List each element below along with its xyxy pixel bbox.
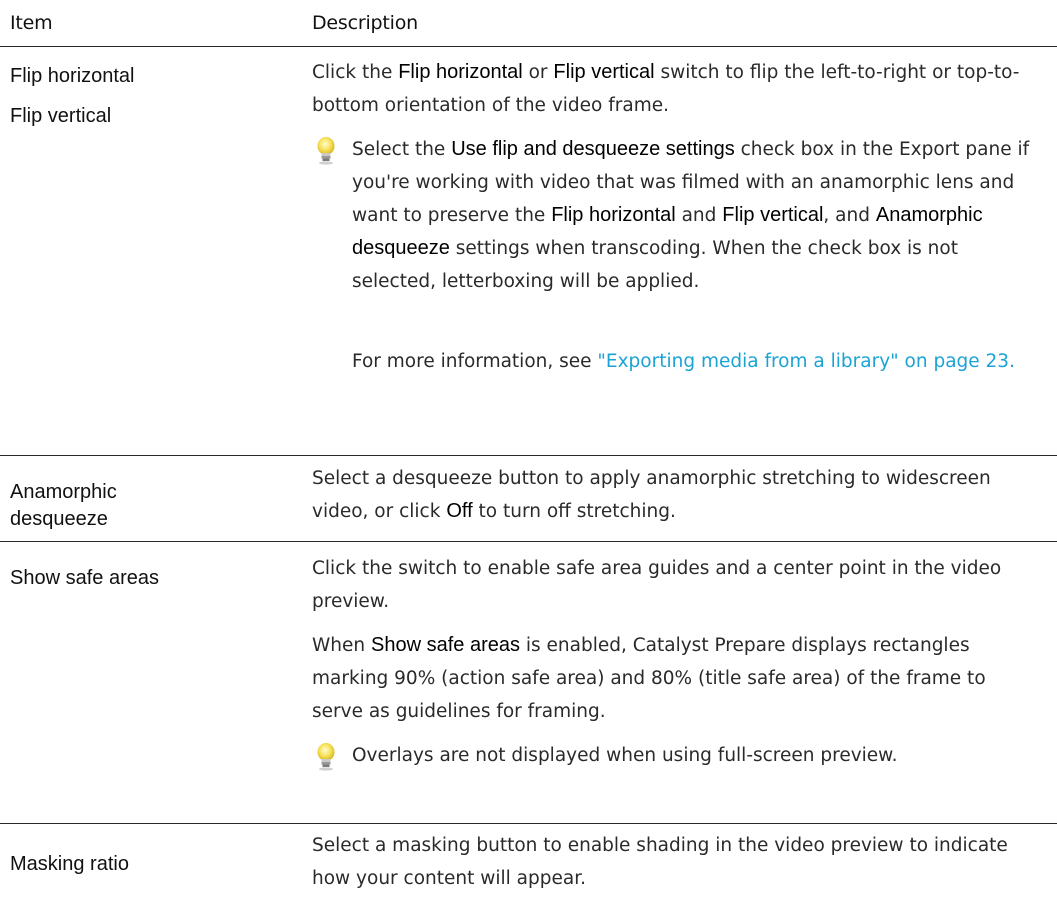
text: When — [312, 635, 372, 656]
item-label-show-safe-areas: Show safe areas — [10, 567, 159, 589]
table-row-anamorphic: Anamorphic desqueeze Select a desqueeze … — [0, 456, 1057, 542]
desc-anamorphic: Select a desqueeze button to apply anamo… — [312, 462, 1037, 528]
text: or — [522, 62, 554, 83]
desc-flip: Click the Flip horizontal or Flip vertic… — [312, 56, 1037, 122]
desc-cell-anamorphic: Select a desqueeze button to apply anamo… — [312, 456, 1057, 541]
term-flip-vertical: Flip vertical — [553, 61, 655, 83]
lightbulb-icon — [317, 743, 335, 771]
desc-cell-masking: Select a masking button to enable shadin… — [312, 824, 1057, 922]
table-header: Item Description — [0, 0, 1057, 47]
header-description: Description — [312, 12, 419, 34]
text: Click the — [312, 62, 399, 83]
item-label-anamorphic-line1: Anamorphic — [10, 481, 117, 503]
item-label-anamorphic-line2: desqueeze — [10, 508, 108, 530]
item-label-masking-ratio: Masking ratio — [10, 853, 129, 875]
term-flip-vertical: Flip vertical — [722, 204, 824, 226]
item-cell-masking: Masking ratio — [0, 824, 312, 922]
tip-text-safe-areas: Overlays are not displayed when using fu… — [352, 745, 898, 766]
term-use-flip: Use flip and desqueeze settings — [451, 138, 735, 160]
desc-safe-areas-1: Click the switch to enable safe area gui… — [312, 558, 1002, 612]
reference-table: Item Description Flip horizontal Flip ve… — [0, 0, 1057, 922]
tip-safe-areas: Overlays are not displayed when using fu… — [312, 739, 1037, 772]
cross-reference-link[interactable]: "Exporting media from a library" on page… — [597, 351, 1015, 372]
desc-cell-flip: Click the Flip horizontal or Flip vertic… — [312, 47, 1057, 455]
table-row-flip: Flip horizontal Flip vertical Click the … — [0, 47, 1057, 456]
more-info: For more information, see "Exporting med… — [352, 345, 1037, 378]
item-label-flip-horizontal: Flip horizontal — [10, 65, 135, 87]
item-cell-anamorphic: Anamorphic desqueeze — [0, 456, 312, 541]
table-row-safe-areas: Show safe areas Click the switch to enab… — [0, 542, 1057, 824]
item-cell-safe-areas: Show safe areas — [0, 542, 312, 823]
text: and — [675, 205, 723, 226]
tip-text-flip: Select the Use flip and desqueeze settin… — [352, 133, 1037, 298]
desc-cell-safe-areas: Click the switch to enable safe area gui… — [312, 542, 1057, 823]
term-flip-horizontal: Flip horizontal — [551, 204, 676, 226]
text: , and — [823, 205, 876, 226]
term-flip-horizontal: Flip horizontal — [398, 61, 523, 83]
tip-flip: Select the Use flip and desqueeze settin… — [312, 133, 1037, 378]
item-label-flip-vertical: Flip vertical — [10, 105, 112, 127]
desc-masking: Select a masking button to enable shadin… — [312, 835, 1008, 889]
item-cell-flip: Flip horizontal Flip vertical — [0, 47, 312, 455]
text: to turn off stretching. — [472, 501, 676, 522]
term-show-safe-areas: Show safe areas — [371, 634, 520, 656]
header-item: Item — [10, 12, 53, 34]
text: For more information, see — [352, 351, 598, 372]
text: Select the — [352, 139, 452, 160]
table-row-masking: Masking ratio Select a masking button to… — [0, 824, 1057, 922]
term-off: Off — [446, 500, 473, 522]
desc-safe-areas-2: When Show safe areas is enabled, Catalys… — [312, 629, 1037, 728]
lightbulb-icon — [317, 137, 335, 165]
